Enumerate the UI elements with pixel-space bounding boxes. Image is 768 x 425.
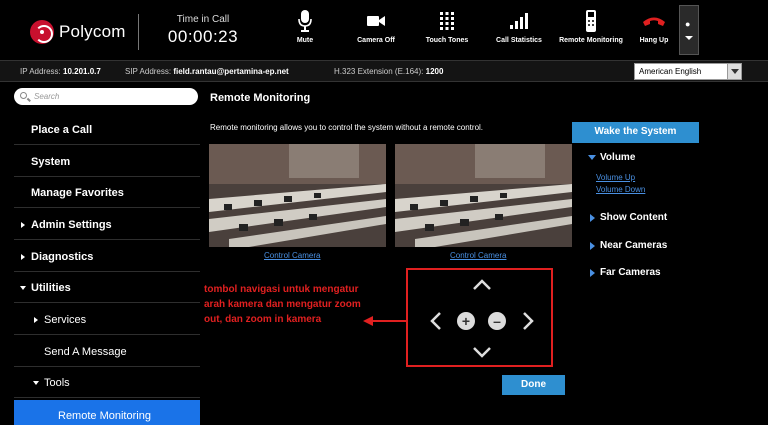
sidebar-item-label: Place a Call xyxy=(31,124,93,136)
chevron-right-icon xyxy=(21,222,25,228)
pan-right-button[interactable] xyxy=(522,311,534,331)
annotation-note: tombol navigasi untuk mengatur arah kame… xyxy=(204,284,361,325)
ip-address-value: 10.201.0.7 xyxy=(63,67,101,76)
pan-left-button[interactable] xyxy=(430,311,442,331)
done-button[interactable]: Done xyxy=(502,375,565,395)
h323-extension-label: H.323 Extension (E.164): xyxy=(334,67,424,76)
camera-off-button[interactable]: Camera Off xyxy=(338,10,414,54)
chevron-right-icon xyxy=(21,254,25,260)
sidebar-item-utilities[interactable]: Utilities xyxy=(14,272,200,303)
sidebar-item-place-a-call[interactable]: Place a Call xyxy=(14,114,200,145)
search-placeholder: Search xyxy=(34,92,60,101)
chevron-down-icon xyxy=(20,286,26,290)
language-select[interactable]: American English xyxy=(634,63,742,80)
plus-icon: + xyxy=(461,313,471,329)
keypad-icon xyxy=(409,10,485,32)
control-near-camera-link[interactable]: Control Camera xyxy=(264,251,320,260)
chevron-down-icon xyxy=(588,155,596,160)
h323-extension: H.323 Extension (E.164): 1200 xyxy=(334,67,443,76)
sidebar-item-label: Diagnostics xyxy=(31,251,94,263)
zoom-out-button[interactable]: – xyxy=(488,312,506,330)
call-timer-label: Time in Call xyxy=(176,14,230,25)
sidebar-item-admin-settings[interactable]: Admin Settings xyxy=(14,209,200,240)
polycom-logo: Polycom xyxy=(30,18,126,46)
polycom-logo-icon xyxy=(30,20,54,44)
ip-address-label: IP Address: xyxy=(20,67,61,76)
chevron-down-icon xyxy=(685,36,693,40)
sip-address: SIP Address: field.rantau@pertamina-ep.n… xyxy=(125,67,289,76)
sidebar-item-manage-favorites[interactable]: Manage Favorites xyxy=(14,177,200,208)
chevron-right-icon xyxy=(34,317,38,323)
chevron-down-icon xyxy=(727,64,741,79)
microphone-icon xyxy=(267,10,343,32)
language-select-value: American English xyxy=(639,67,702,76)
sidebar-item-label: System xyxy=(31,156,71,168)
participants-icon: ● xyxy=(685,19,691,29)
sidebar-item-diagnostics[interactable]: Diagnostics xyxy=(14,241,200,272)
sip-address-label: SIP Address: xyxy=(125,67,172,76)
minus-icon: – xyxy=(493,313,501,329)
mute-button[interactable]: Mute xyxy=(267,10,343,54)
call-timer-value: 00:00:23 xyxy=(167,27,239,46)
chevron-right-icon xyxy=(590,214,595,222)
near-camera-preview xyxy=(209,144,386,247)
show-content-toggle[interactable]: Show Content xyxy=(600,212,667,223)
brand-name: Polycom xyxy=(59,22,126,41)
sidebar-item-label: Send A Message xyxy=(44,346,127,358)
chevron-right-icon xyxy=(590,269,595,277)
h323-extension-value: 1200 xyxy=(425,67,444,76)
camera-icon xyxy=(338,10,414,32)
top-bar: Polycom Time in Call 00:00:23 Mute Camer… xyxy=(0,0,768,60)
volume-down-link[interactable]: Volume Down xyxy=(596,185,645,194)
volume-up-link[interactable]: Volume Up xyxy=(596,173,635,182)
sidebar-item-send-a-message[interactable]: Send A Message xyxy=(14,336,200,367)
sidebar-item-label: Remote Monitoring xyxy=(58,410,151,422)
search-icon xyxy=(20,92,27,99)
sidebar: Search Place a Call System Manage Favori… xyxy=(14,84,200,425)
chevron-down-icon xyxy=(33,381,39,385)
wake-system-button[interactable]: Wake the System xyxy=(572,122,699,143)
chevron-right-icon xyxy=(590,242,595,250)
sidebar-item-label: Utilities xyxy=(31,282,71,294)
volume-section-toggle[interactable]: Volume xyxy=(600,152,635,163)
sidebar-item-label: Tools xyxy=(44,377,70,389)
sip-address-value: field.rantau@pertamina-ep.net xyxy=(173,67,289,76)
zoom-in-button[interactable]: + xyxy=(457,312,475,330)
call-timer: Time in Call 00:00:23 xyxy=(160,14,246,47)
far-cameras-toggle[interactable]: Far Cameras xyxy=(600,267,661,278)
search-input[interactable]: Search xyxy=(14,88,198,105)
header-divider xyxy=(138,14,139,50)
mute-label: Mute xyxy=(296,37,314,44)
ip-address: IP Address: 10.201.0.7 xyxy=(20,67,101,76)
control-far-camera-link[interactable]: Control Camera xyxy=(450,251,506,260)
pan-up-button[interactable] xyxy=(472,279,492,291)
sidebar-item-tools[interactable]: Tools xyxy=(14,367,200,398)
touch-tones-button[interactable]: Touch Tones xyxy=(409,10,485,54)
sidebar-item-system[interactable]: System xyxy=(14,146,200,177)
page-description: Remote monitoring allows you to control … xyxy=(210,123,484,132)
sidebar-item-remote-monitoring[interactable]: Remote Monitoring xyxy=(14,400,200,425)
participants-menu-button[interactable]: ● xyxy=(679,5,699,55)
annotation-arrow-icon xyxy=(363,316,407,326)
call-statistics-label: Call Statistics xyxy=(496,37,542,44)
sidebar-item-services[interactable]: Services xyxy=(14,304,200,335)
system-info-bar: IP Address: 10.201.0.7 SIP Address: fiel… xyxy=(0,60,768,82)
sidebar-item-label: Admin Settings xyxy=(31,219,112,231)
near-cameras-toggle[interactable]: Near Cameras xyxy=(600,240,667,251)
far-camera-preview xyxy=(395,144,572,247)
sidebar-item-label: Services xyxy=(44,314,87,326)
touch-tones-label: Touch Tones xyxy=(425,37,469,44)
pan-down-button[interactable] xyxy=(472,346,492,358)
page-title: Remote Monitoring xyxy=(210,92,311,104)
sidebar-item-label: Manage Favorites xyxy=(31,187,124,199)
call-statistics-button[interactable]: Call Statistics xyxy=(481,10,557,54)
signal-bars-icon xyxy=(481,10,557,32)
camera-off-label: Camera Off xyxy=(357,37,395,44)
